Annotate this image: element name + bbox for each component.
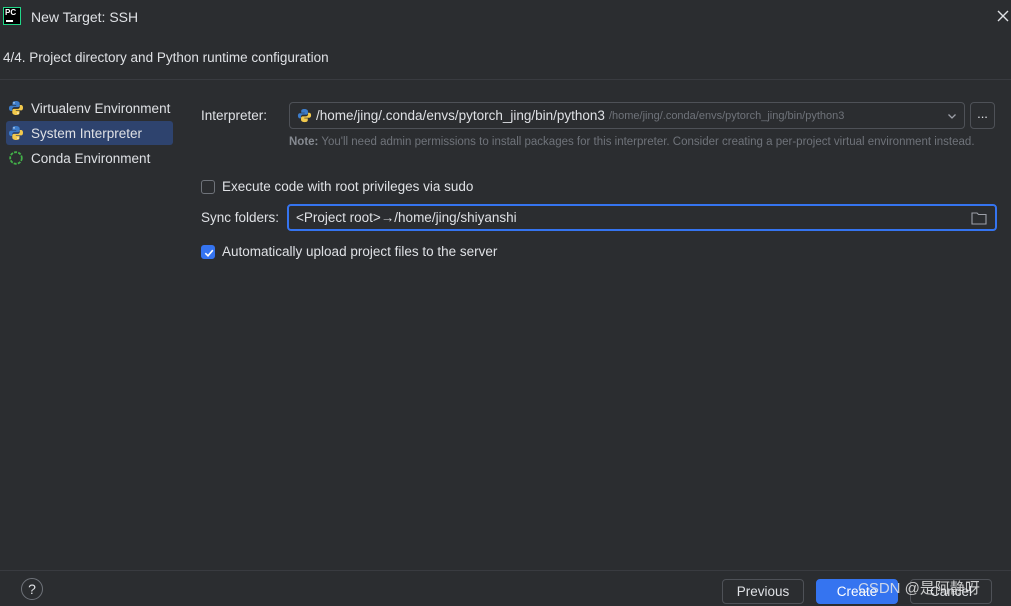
auto-upload-checkbox[interactable]	[201, 244, 215, 259]
chevron-down-icon[interactable]	[946, 110, 958, 122]
app-logo-text: PC	[5, 8, 17, 17]
footer-divider	[0, 570, 1011, 571]
interpreter-path: /home/jing/.conda/envs/pytorch_jing/bin/…	[316, 108, 605, 123]
help-button[interactable]: ?	[21, 578, 43, 600]
dialog-window: PC New Target: SSH 4/4. Project director…	[0, 0, 1011, 606]
sidebar-item-label: Conda Environment	[31, 150, 151, 166]
auto-upload-label: Automatically upload project files to th…	[222, 244, 498, 259]
sidebar: Virtualenv Environment System Interprete…	[0, 80, 185, 570]
admin-note: Note: You'll need admin permissions to i…	[289, 135, 999, 150]
pycharm-logo-icon: PC	[3, 7, 21, 25]
sidebar-item-label: System Interpreter	[31, 125, 143, 141]
sync-folders-label: Sync folders:	[201, 210, 280, 225]
interpreter-subpath: /home/jing/.conda/envs/pytorch_jing/bin/…	[608, 109, 845, 122]
python-icon	[9, 101, 23, 115]
auto-upload-checkbox-row[interactable]: Automatically upload project files to th…	[201, 244, 497, 259]
sidebar-item-system-interpreter[interactable]: System Interpreter	[6, 121, 173, 145]
python-icon	[297, 108, 312, 123]
sidebar-item-conda[interactable]: Conda Environment	[6, 146, 173, 170]
python-icon	[9, 126, 23, 140]
sidebar-item-label: Virtualenv Environment	[31, 100, 171, 116]
sync-folders-value: <Project root>→/home/jing/shiyanshi	[296, 210, 517, 225]
sudo-checkbox[interactable]	[201, 179, 215, 194]
sudo-checkbox-row[interactable]: Execute code with root privileges via su…	[201, 179, 473, 194]
sidebar-item-virtualenv[interactable]: Virtualenv Environment	[6, 96, 173, 120]
note-bold-label: Note:	[289, 136, 319, 148]
window-title: New Target: SSH	[31, 9, 139, 25]
sync-folders-field[interactable]: <Project root>→/home/jing/shiyanshi	[287, 204, 997, 231]
browse-interpreter-button[interactable]: ...	[970, 102, 995, 129]
folder-icon[interactable]	[971, 211, 987, 225]
note-text: You'll need admin permissions to install…	[318, 136, 975, 148]
step-header: 4/4. Project directory and Python runtim…	[3, 50, 329, 65]
title-bar: PC New Target: SSH	[0, 0, 1011, 36]
sudo-label: Execute code with root privileges via su…	[222, 179, 474, 194]
interpreter-label: Interpreter:	[201, 108, 268, 123]
cancel-button[interactable]: Cancel	[910, 579, 992, 604]
create-button[interactable]: Create	[816, 579, 898, 604]
previous-button[interactable]: Previous	[722, 579, 804, 604]
interpreter-select[interactable]: /home/jing/.conda/envs/pytorch_jing/bin/…	[289, 102, 965, 129]
close-icon[interactable]	[995, 8, 1011, 24]
conda-icon	[9, 151, 23, 165]
checkmark-icon	[204, 249, 214, 257]
